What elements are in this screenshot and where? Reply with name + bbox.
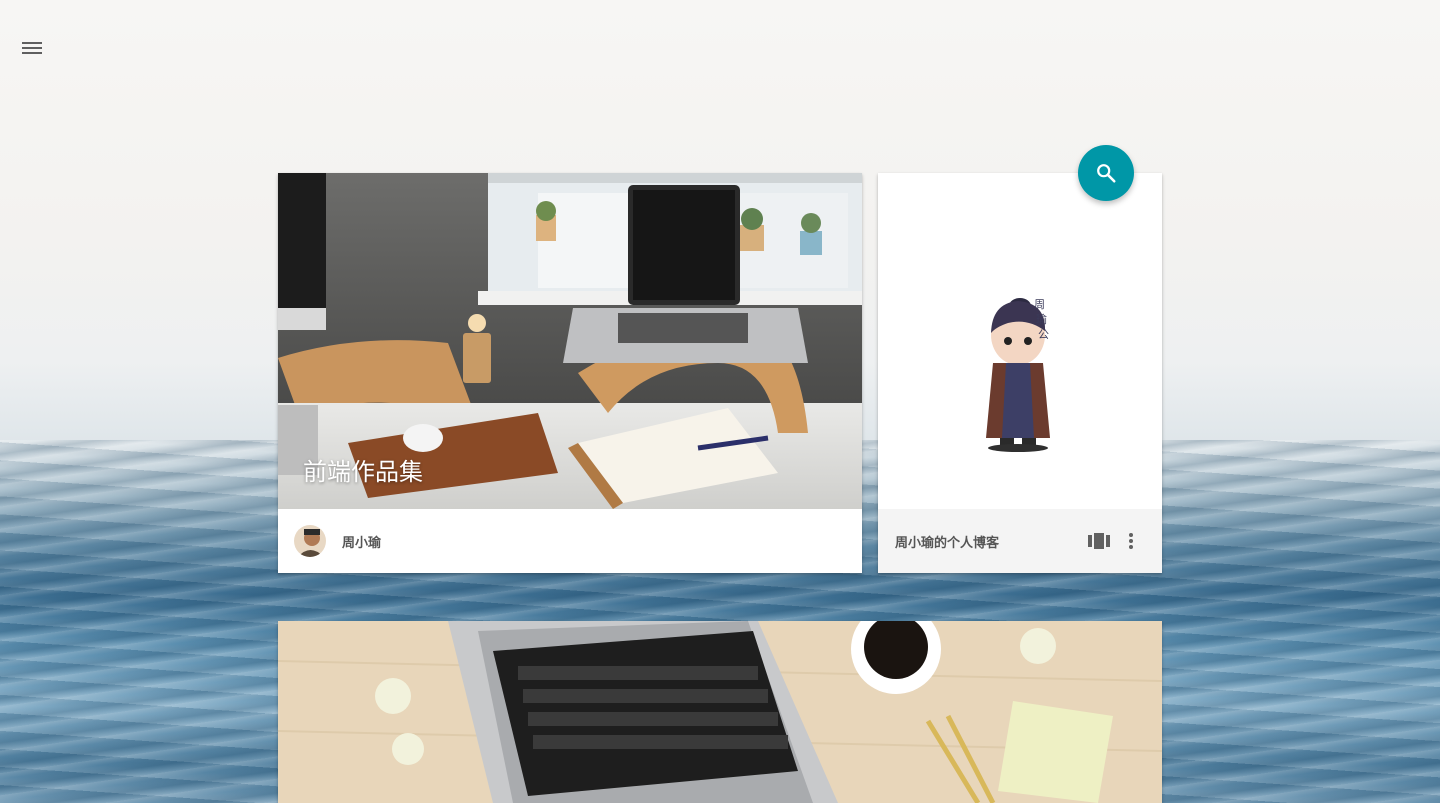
avatar <box>294 525 326 557</box>
laptop-desk-photo <box>278 621 1162 803</box>
menu-icon[interactable] <box>14 32 50 64</box>
card-title[interactable]: 前端作品集 <box>303 452 423 487</box>
view-carousel-icon[interactable] <box>1083 525 1115 557</box>
portfolio-card[interactable]: 前端作品集 周小瑜 <box>278 173 862 573</box>
svg-text:周: 周 <box>1034 298 1045 311</box>
more-vert-icon[interactable] <box>1115 525 1147 557</box>
svg-text:瑜: 瑜 <box>1036 312 1047 326</box>
desk-workspace-photo: 前端作品集 <box>278 173 862 509</box>
card-footer: 周小瑜 <box>278 509 862 573</box>
author-name[interactable]: 周小瑜 <box>342 532 381 551</box>
search-button[interactable] <box>1078 145 1134 201</box>
search-icon <box>1097 164 1116 183</box>
svg-text:公: 公 <box>1038 328 1049 341</box>
laptop-desk-card[interactable] <box>278 621 1162 803</box>
card-footer: 周小瑜的个人博客 <box>878 509 1162 573</box>
chibi-character-illustration: 周 瑜 公 <box>878 173 1162 509</box>
blog-title[interactable]: 周小瑜的个人博客 <box>895 532 1083 551</box>
blog-card[interactable]: 周 瑜 公 周小瑜的个人博客 <box>878 173 1162 573</box>
